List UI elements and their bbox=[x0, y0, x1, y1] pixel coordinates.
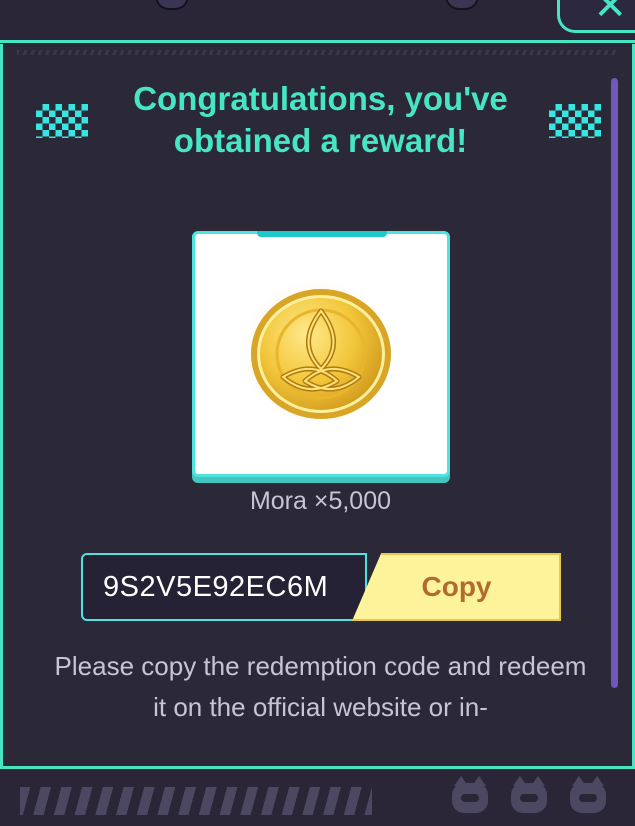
hatch-decoration bbox=[17, 50, 618, 55]
footer bbox=[0, 766, 635, 826]
copy-button-label: Copy bbox=[421, 571, 492, 602]
hinge-decoration bbox=[445, 0, 479, 10]
title-line-1: Congratulations, you've bbox=[133, 80, 508, 117]
cat-icon bbox=[570, 776, 606, 813]
copy-button[interactable]: Copy bbox=[352, 553, 561, 621]
top-border bbox=[0, 40, 635, 43]
cat-icon bbox=[511, 776, 547, 813]
title-line-2: obtained a reward! bbox=[173, 122, 468, 159]
dialog-title: Congratulations, you've obtained a rewar… bbox=[3, 78, 635, 162]
card-tab bbox=[257, 231, 387, 237]
hinge-decoration bbox=[155, 0, 189, 10]
close-button[interactable]: ✕ bbox=[557, 0, 635, 33]
footer-stripes bbox=[20, 787, 372, 815]
instructions-text: Please copy the redemption code and rede… bbox=[54, 651, 587, 722]
redemption-code: 9S2V5E92EC6M bbox=[103, 571, 329, 603]
reward-name: Mora ×5,000 bbox=[249, 487, 392, 515]
reward-card bbox=[192, 231, 450, 477]
reward-dialog: Congratulations, you've obtained a rewar… bbox=[0, 44, 635, 766]
redemption-code-field[interactable]: 9S2V5E92EC6M bbox=[81, 553, 367, 621]
top-strip: ✕ bbox=[0, 0, 635, 44]
scrollbar[interactable] bbox=[611, 78, 618, 688]
cat-icon bbox=[452, 776, 488, 813]
mora-coin-icon bbox=[251, 289, 391, 419]
close-x-icon[interactable]: ✕ bbox=[593, 0, 627, 26]
